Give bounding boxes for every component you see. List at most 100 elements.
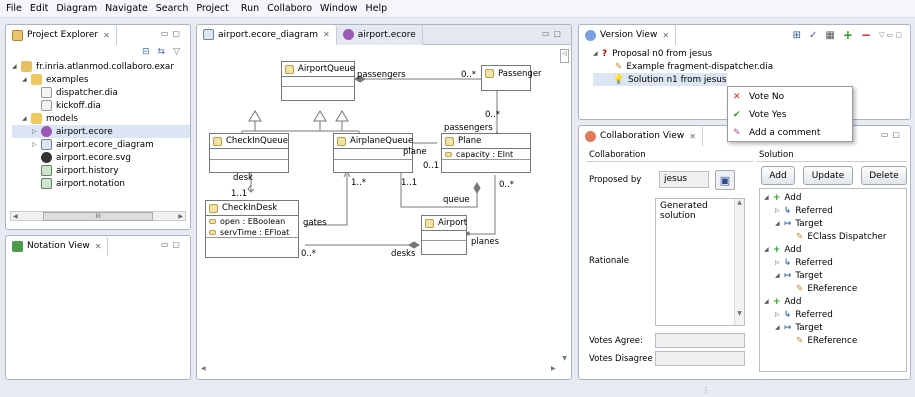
pin-icon[interactable]: ⊞ xyxy=(793,30,801,41)
check-icon[interactable]: ✓ xyxy=(809,30,817,41)
proposed-by-field: jesus xyxy=(659,171,709,188)
collaboration-view: Collaboration View ✕ ▭▢ Collaboration Pr… xyxy=(578,125,911,380)
textarea-scrollbar[interactable]: ▲ ▼ xyxy=(734,199,744,325)
class-plane[interactable]: Plane capacity : EInt xyxy=(441,133,531,173)
collapsed-icon[interactable]: ▷ xyxy=(775,207,784,214)
expanded-icon[interactable]: ◢ xyxy=(22,76,31,83)
tree-models-folder[interactable]: ◢ models xyxy=(12,112,190,125)
tab-collaboration-view[interactable]: Collaboration View ✕ xyxy=(579,126,703,146)
tree-file-airport-ecore[interactable]: ▷ airport.ecore xyxy=(12,125,190,138)
solution-tree-node[interactable]: ◢ ↦ Target xyxy=(760,269,906,282)
tab-version-view[interactable]: Version View ✕ xyxy=(579,25,677,45)
expanded-icon[interactable]: ◢ xyxy=(22,115,31,122)
update-button[interactable]: Update xyxy=(803,166,853,185)
expanded-icon[interactable]: ◢ xyxy=(764,194,773,201)
solution-tree-node[interactable]: ▷ ↳ Referred xyxy=(760,256,906,269)
class-airport-queue[interactable]: AirportQueue xyxy=(281,61,355,101)
solution-tree-node[interactable]: ◢ ↦ Target xyxy=(760,217,906,230)
menu-diagram[interactable]: Diagram xyxy=(56,3,97,14)
tree-file-ecore-svg[interactable]: airport.ecore.svg xyxy=(12,151,190,164)
close-icon[interactable]: ✕ xyxy=(95,242,102,251)
view-menu-icon[interactable]: ▽ ▭ ▢ xyxy=(879,31,902,39)
notation-view: Notation View ✕ ▭▢ xyxy=(5,235,191,380)
tree-file-dispatcher[interactable]: dispatcher.dia xyxy=(12,86,190,99)
tab-notation-view[interactable]: Notation View ✕ xyxy=(6,236,109,256)
scroll-thumb[interactable]: III xyxy=(43,211,153,221)
solution-tree-node[interactable]: ✎ EClass Dispatcher xyxy=(760,230,906,243)
expanded-icon[interactable]: ◢ xyxy=(764,298,773,305)
minimize-maximize-icons[interactable]: ▭▢ xyxy=(161,29,184,38)
grid-icon[interactable]: ▦ xyxy=(825,30,834,41)
diagram-file-icon xyxy=(41,139,52,150)
close-icon[interactable]: ✕ xyxy=(103,31,110,40)
tree-node-label: EReference xyxy=(807,335,858,346)
solution-tree-node[interactable]: ✎ EReference xyxy=(760,334,906,347)
menu-search[interactable]: Search xyxy=(156,3,189,14)
save-icon[interactable]: ▣ xyxy=(715,170,735,190)
tree-file-history[interactable]: airport.history xyxy=(12,164,190,177)
collapsed-icon[interactable]: ▷ xyxy=(32,128,41,135)
example-node[interactable]: ✎ Example fragment-dispatcher.dia xyxy=(593,60,910,73)
tab-project-explorer[interactable]: Project Explorer ✕ xyxy=(6,25,117,45)
class-checkin-desk[interactable]: CheckInDesk open : EBoolean servTime : E… xyxy=(205,200,299,258)
add-button[interactable]: Add xyxy=(761,166,795,185)
expanded-icon[interactable]: ◢ xyxy=(775,220,784,227)
minimize-maximize-icons[interactable]: ▭▢ xyxy=(161,240,184,249)
class-airport[interactable]: Airport xyxy=(421,215,467,255)
solution-label: Solution n1 from jesus xyxy=(627,74,727,85)
menu-bar: File Edit Diagram Navigate Search Projec… xyxy=(0,0,915,18)
eclass-element-icon: ✎ xyxy=(796,231,804,242)
solution-tree-node[interactable]: ▷ ↳ Referred xyxy=(760,308,906,321)
vote-yes-menu-item[interactable]: ✔ Vote Yes xyxy=(728,106,852,124)
solution-node[interactable]: 💡 Solution n1 from jesus xyxy=(593,73,727,86)
menu-run[interactable]: Run xyxy=(241,3,259,14)
tree-file-notation[interactable]: airport.notation xyxy=(12,177,190,190)
scroll-right-icon[interactable]: ▶ xyxy=(178,213,183,220)
minimize-maximize-icons[interactable]: ▭▢ xyxy=(881,130,904,139)
menu-collaboro[interactable]: Collaboro xyxy=(267,3,312,14)
collapsed-icon[interactable]: ▷ xyxy=(775,259,784,266)
tree-file-ecore-diagram[interactable]: ▷ airport.ecore_diagram xyxy=(12,138,190,151)
expanded-icon[interactable]: ◢ xyxy=(12,63,21,70)
menu-window[interactable]: Window xyxy=(320,3,357,14)
solution-tree-node[interactable]: ◢ + Add xyxy=(760,243,906,256)
solution-tree-node[interactable]: ✎ EReference xyxy=(760,282,906,295)
expanded-icon[interactable]: ◢ xyxy=(775,324,784,331)
menu-project[interactable]: Project xyxy=(196,3,229,14)
menu-edit[interactable]: Edit xyxy=(30,3,48,14)
solution-tree-node[interactable]: ◢ ↦ Target xyxy=(760,321,906,334)
tree-root[interactable]: ◢ fr.inria.atlanmod.collaboro.exar xyxy=(12,60,190,73)
rationale-textarea[interactable]: Generated solution ▲ ▼ xyxy=(655,198,745,326)
horizontal-scrollbar[interactable]: ◀ III ▶ xyxy=(10,211,186,221)
divider xyxy=(757,161,907,162)
collapsed-icon[interactable]: ▷ xyxy=(32,141,41,148)
proposal-node[interactable]: ◢ ? Proposal n0 from jesus xyxy=(593,47,910,60)
expanded-icon[interactable]: ◢ xyxy=(593,50,602,57)
collapse-all-icon[interactable]: ⊟ xyxy=(142,47,150,57)
solution-tree-node[interactable]: ◢ + Add xyxy=(760,191,906,204)
delete-button[interactable]: Delete xyxy=(861,166,907,185)
view-menu-icon[interactable]: ▽ xyxy=(173,47,180,57)
menu-help[interactable]: Help xyxy=(365,3,387,14)
expanded-icon[interactable]: ◢ xyxy=(775,272,784,279)
add-comment-menu-item[interactable]: ✎ Add a comment xyxy=(728,124,852,142)
link-editor-icon[interactable]: ⇆ xyxy=(158,47,166,57)
eclass-icon xyxy=(485,69,494,78)
class-airplane-queue[interactable]: AirplaneQueue xyxy=(333,133,413,173)
class-passenger[interactable]: Passenger xyxy=(481,65,542,91)
add-icon[interactable]: + xyxy=(843,28,853,42)
collapsed-icon[interactable]: ▷ xyxy=(775,311,784,318)
tree-file-kickoff[interactable]: kickoff.dia xyxy=(12,99,190,112)
close-icon[interactable]: ✕ xyxy=(662,31,669,40)
tree-examples-folder[interactable]: ◢ examples xyxy=(12,73,190,86)
vote-no-menu-item[interactable]: ✕ Vote No xyxy=(728,88,852,106)
class-checkin-queue[interactable]: CheckInQueue xyxy=(209,133,289,173)
scroll-left-icon[interactable]: ◀ xyxy=(13,213,18,220)
solution-tree-node[interactable]: ◢ + Add xyxy=(760,295,906,308)
close-icon[interactable]: ✕ xyxy=(689,132,696,141)
menu-navigate[interactable]: Navigate xyxy=(105,3,148,14)
menu-file[interactable]: File xyxy=(6,3,22,14)
remove-icon[interactable]: − xyxy=(861,28,871,42)
solution-tree-node[interactable]: ▷ ↳ Referred xyxy=(760,204,906,217)
expanded-icon[interactable]: ◢ xyxy=(764,246,773,253)
